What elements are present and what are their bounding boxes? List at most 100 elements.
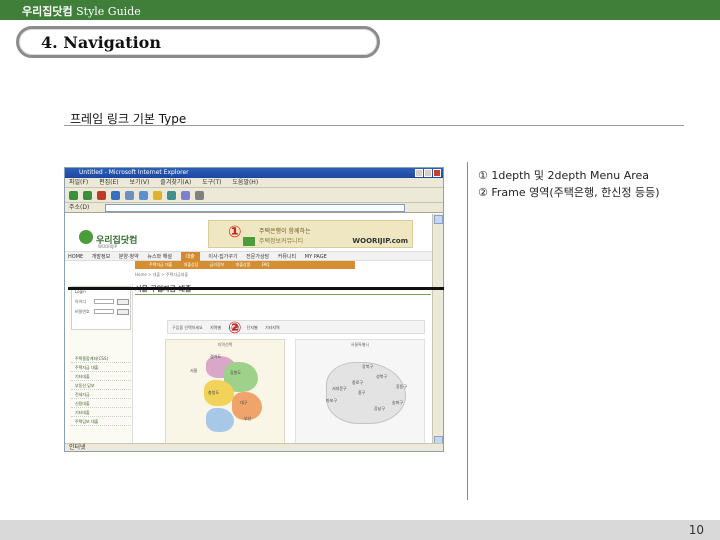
banner-house-icon: [243, 237, 255, 246]
password-input[interactable]: [94, 309, 114, 314]
status-text: 인터넷: [69, 444, 86, 451]
note-item: ② Frame 영역(주택은행, 한신정 등등): [478, 186, 660, 199]
website-page: 우리집닷컴 WOORIJIP 주택은행이 함께하는 주택정보커뮤니티 WOORI…: [65, 214, 433, 446]
address-input[interactable]: [105, 204, 405, 212]
banner-line1: 주택은행이 함께하는: [259, 228, 311, 235]
left-menu-item[interactable]: 주택담보 대출: [71, 417, 131, 426]
map-label: 마포구: [326, 398, 338, 403]
brand-title: 우리집닷컴 Style Guide: [22, 3, 141, 19]
menu-item-edit[interactable]: 편집(E): [99, 179, 119, 186]
forward-icon[interactable]: [83, 191, 92, 200]
browser-title-bar: Untitled - Microsoft Internet Explorer: [65, 168, 443, 178]
left-menu-item[interactable]: 주택자금 대출: [71, 363, 131, 372]
brand-suffix: Style Guide: [76, 5, 141, 18]
subheading-divider: [64, 125, 684, 126]
region-tab[interactable]: 지역별: [210, 321, 221, 335]
vertical-scrollbar[interactable]: [432, 214, 443, 446]
logo-icon: [79, 230, 93, 244]
map-label: 서대문구: [332, 386, 347, 391]
history-icon[interactable]: [167, 191, 176, 200]
callout-marker-1: ①: [228, 222, 242, 241]
banner-brand: WOORIJIP.com: [352, 237, 408, 245]
password-label: 비밀번호: [75, 309, 90, 314]
back-icon[interactable]: [69, 191, 78, 200]
lnb-item[interactable]: 대출상품: [236, 262, 251, 267]
menu-item-file[interactable]: 파일(F): [69, 179, 88, 186]
browser-address-bar: 주소(D): [65, 202, 443, 213]
region-tab[interactable]: 단지별: [247, 321, 258, 335]
map-left-caption: 지역선택: [217, 342, 233, 347]
left-menu-item[interactable]: 부동산 담보: [71, 381, 131, 390]
menu-item-favorites[interactable]: 즐겨찾기(A): [160, 179, 191, 186]
region-tab[interactable]: 기타지역: [265, 321, 280, 335]
seoul-map[interactable]: 서울특별시 강북구 성북구 종로구 중구 서대문구 마포구 강남구 송파구 강동…: [295, 339, 425, 444]
map-label: 성북구: [376, 374, 388, 379]
banner-line2: 주택정보커뮤니티: [259, 238, 304, 245]
brand-korean: 우리집닷컴: [22, 5, 73, 18]
local-navigation: 주택자금 대출 대출상담 금리정보 대출상품 FAQ: [135, 261, 355, 269]
lnb-item[interactable]: 금리정보: [210, 262, 225, 267]
footer-bar: 10: [0, 520, 720, 540]
map-label: 강원도: [230, 370, 242, 375]
content-title-rule: [135, 294, 431, 295]
id-label: 아이디: [75, 299, 87, 304]
lnb-item[interactable]: FAQ: [262, 262, 270, 267]
browser-title: Untitled - Microsoft Internet Explorer: [79, 169, 189, 176]
home-icon[interactable]: [125, 191, 134, 200]
left-menu: 주택종합계좌(CSS) 주택자금 대출 기타대출 부동산 담보 전세자금 신용대…: [71, 354, 131, 426]
map-right-caption: 서울특별시: [350, 342, 370, 347]
region-selector: 구입을 선택하세요 지역별 시세별 단지별 기타지역: [167, 320, 425, 334]
callout-marker-2: ②: [228, 318, 242, 337]
left-frame: Login 아이디 비밀번호 주택종합계좌(CSS) 주택자금 대출 기타대출 …: [69, 284, 133, 446]
left-menu-item[interactable]: 전세자금: [71, 390, 131, 399]
id-input[interactable]: [94, 299, 114, 304]
breadcrumb: Home > 대출 > 주택자금대출: [135, 272, 189, 277]
vertical-divider: [467, 162, 468, 500]
close-icon[interactable]: [433, 169, 441, 177]
left-menu-item[interactable]: 기타대출: [71, 372, 131, 381]
lnb-item[interactable]: 주택자금 대출: [149, 262, 172, 267]
gnb-item[interactable]: 개발정보: [92, 252, 110, 262]
map-label: 강북구: [362, 364, 374, 369]
join-button[interactable]: [117, 309, 129, 315]
content-frame: 서울 구입자금 대출 구입을 선택하세요 지역별 시세별 단지별 기타지역 지역…: [135, 284, 431, 446]
left-menu-item[interactable]: 주택종합계좌(CSS): [71, 354, 131, 363]
login-box: Login 아이디 비밀번호: [71, 286, 131, 330]
frame-separator-line: [68, 287, 444, 290]
login-button[interactable]: [117, 299, 129, 305]
menu-item-help[interactable]: 도움말(H): [232, 179, 258, 186]
browser-screenshot: Untitled - Microsoft Internet Explorer 파…: [64, 167, 444, 452]
korea-map[interactable]: 지역선택 경기도 서울 강원도 충청도 대구 부산: [165, 339, 285, 444]
mail-icon[interactable]: [181, 191, 190, 200]
stop-icon[interactable]: [97, 191, 106, 200]
map-label: 충청도: [208, 390, 220, 395]
map-label: 강남구: [374, 406, 386, 411]
map-label: 종로구: [352, 380, 364, 385]
scroll-up-icon[interactable]: [434, 215, 443, 224]
seoul-district-area[interactable]: [326, 362, 406, 424]
section-title: 4. Navigation: [41, 33, 161, 52]
browser-status-bar: 인터넷: [65, 443, 443, 451]
lnb-item[interactable]: 대출상담: [184, 262, 199, 267]
maximize-icon[interactable]: [424, 169, 432, 177]
note-item: ① 1depth 및 2depth Menu Area: [478, 169, 650, 182]
gnb-item[interactable]: HOME: [68, 252, 83, 262]
favorites-icon[interactable]: [153, 191, 162, 200]
section-title-pill: 4. Navigation: [16, 26, 380, 58]
refresh-icon[interactable]: [111, 191, 120, 200]
print-icon[interactable]: [195, 191, 204, 200]
map-region[interactable]: [206, 408, 234, 432]
map-label: 서울: [190, 368, 198, 373]
menu-item-view[interactable]: 보기(V): [130, 179, 150, 186]
left-menu-item[interactable]: 신용대출: [71, 399, 131, 408]
search-icon[interactable]: [139, 191, 148, 200]
map-label: 경기도: [210, 354, 222, 359]
minimize-icon[interactable]: [415, 169, 423, 177]
left-menu-item[interactable]: 기타대출: [71, 408, 131, 417]
map-label: 부산: [244, 416, 252, 421]
map-label: 강동구: [396, 384, 408, 389]
address-label: 주소(D): [69, 204, 90, 211]
top-header-bar: 우리집닷컴 Style Guide: [0, 0, 720, 20]
menu-item-tools[interactable]: 도구(T): [202, 179, 221, 186]
global-navigation: HOME 개발정보 분양·청약 뉴스와 해설 대출 이사·집가꾸기 전문가상담 …: [65, 251, 433, 262]
